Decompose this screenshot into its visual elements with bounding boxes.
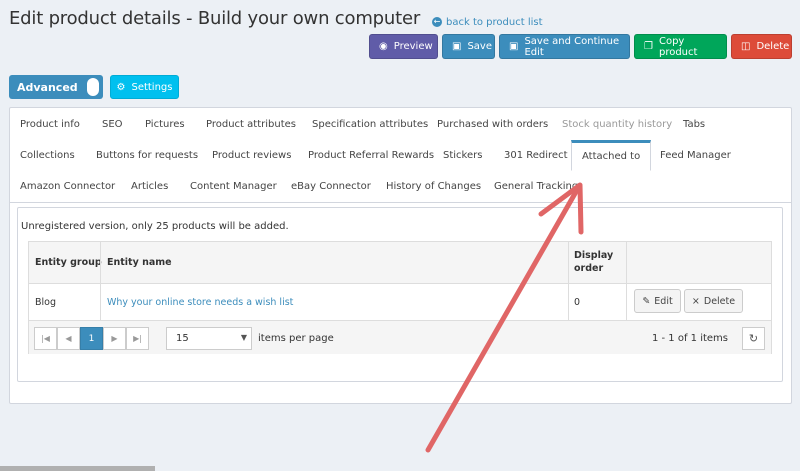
tab-specification-attributes[interactable]: Specification attributes [312, 109, 428, 140]
copy-product-button[interactable]: ❐ Copy product [634, 34, 727, 59]
page-size-value: 15 [176, 333, 189, 344]
last-page-icon[interactable]: ▶| [126, 327, 149, 350]
advanced-label: Advanced [17, 80, 78, 94]
tab-seo[interactable]: SEO [102, 109, 123, 140]
tab-product-referral-rewards[interactable]: Product Referral Rewards [308, 140, 434, 171]
pencil-icon: ✎ [642, 295, 651, 307]
items-per-page-label: items per page [258, 333, 334, 344]
settings-button[interactable]: ⚙ Settings [110, 75, 179, 99]
trash-icon: ◫ [741, 41, 751, 52]
cell-entity-name-link[interactable]: Why your online store needs a wish list [107, 297, 293, 308]
caret-down-icon: ▼ [240, 333, 247, 342]
save-continue-label: Save and Continue Edit [524, 35, 620, 58]
tab-buttons-for-requests[interactable]: Buttons for requests [96, 140, 198, 171]
next-page-icon[interactable]: ▶ [103, 327, 126, 350]
tab-content-manager[interactable]: Content Manager [190, 171, 277, 202]
back-link-label: back to product list [446, 16, 543, 28]
gear-icon: ⚙ [116, 81, 126, 93]
col-entity-group[interactable]: Entity group [35, 257, 102, 268]
tab-attached-to[interactable]: Attached to [571, 140, 652, 171]
copy-icon: ❐ [644, 41, 653, 52]
attached-entities-grid: Entity group Entity name Display order B… [28, 241, 772, 354]
preview-label: Preview [393, 41, 433, 52]
settings-label: Settings [131, 81, 173, 93]
tab-301-redirect[interactable]: 301 Redirect [504, 140, 568, 171]
tab-product-info[interactable]: Product info [20, 109, 80, 140]
save-continue-button[interactable]: ▣ Save and Continue Edit [499, 34, 630, 59]
action-buttons: ◉ Preview ▣ Save ▣ Save and Continue Edi… [369, 34, 792, 59]
tab-tabs[interactable]: Tabs [683, 109, 705, 140]
cell-display-order: 0 [574, 297, 581, 308]
tab-purchased-with-orders[interactable]: Purchased with orders [437, 109, 548, 140]
save-button[interactable]: ▣ Save [442, 34, 495, 59]
tab-amazon-connector[interactable]: Amazon Connector [20, 171, 115, 202]
arrow-circle-left-icon: ← [432, 17, 443, 27]
refresh-icon[interactable]: ↻ [742, 327, 765, 350]
col-display-order-line2: order [574, 263, 604, 274]
col-sep [100, 242, 101, 320]
tab-product-reviews[interactable]: Product reviews [212, 140, 291, 171]
toggle-knob [87, 78, 99, 96]
tab-stickers[interactable]: Stickers [443, 140, 482, 171]
tab-ebay-connector[interactable]: eBay Connector [291, 171, 371, 202]
unregistered-notice: Unregistered version, only 25 products w… [21, 221, 289, 232]
pager-range-info: 1 - 1 of 1 items [651, 333, 728, 344]
advanced-mode-toggle[interactable]: Advanced [9, 75, 103, 99]
tab-collections[interactable]: Collections [20, 140, 75, 171]
preview-button[interactable]: ◉ Preview [369, 34, 438, 59]
eye-icon: ◉ [379, 41, 388, 52]
page-title: Edit product details - Build your own co… [9, 8, 421, 29]
edit-label: Edit [654, 295, 673, 307]
delete-row-button[interactable]: × Delete [684, 289, 743, 313]
floppy-disk-icon: ▣ [509, 41, 519, 52]
copy-product-label: Copy product [658, 35, 698, 58]
delete-label: Delete [756, 41, 790, 52]
horizontal-scrollbar[interactable] [0, 466, 155, 471]
edit-row-button[interactable]: ✎ Edit [634, 289, 681, 313]
col-sep [568, 242, 569, 320]
page-size-select[interactable]: 15 ▼ [166, 327, 252, 350]
tab-stock-quantity-history[interactable]: Stock quantity history [562, 109, 672, 140]
page-number-current[interactable]: 1 [80, 327, 103, 350]
grid-pager: |◀ ◀ 1 ▶ ▶| 15 ▼ items per page 1 - 1 of… [29, 320, 771, 354]
tab-product-attributes[interactable]: Product attributes [206, 109, 296, 140]
delete-button[interactable]: ◫ Delete [731, 34, 792, 59]
col-entity-name[interactable]: Entity name [107, 257, 172, 268]
first-page-icon[interactable]: |◀ [34, 327, 57, 350]
save-label: Save [467, 41, 492, 52]
tab-general-tracking[interactable]: General Tracking [494, 171, 578, 202]
cell-entity-group: Blog [35, 297, 56, 308]
tab-feed-manager[interactable]: Feed Manager [660, 140, 731, 171]
tab-divider [10, 202, 791, 203]
prev-page-icon[interactable]: ◀ [57, 327, 80, 350]
floppy-disk-icon: ▣ [452, 41, 462, 52]
close-icon: × [691, 295, 700, 307]
tab-pictures[interactable]: Pictures [145, 109, 185, 140]
col-sep [626, 242, 627, 320]
back-to-product-list-link[interactable]: ← back to product list [432, 17, 543, 28]
header: Edit product details - Build your own co… [9, 8, 543, 29]
grid-header: Entity group Entity name Display order [29, 242, 771, 284]
delete-row-label: Delete [703, 295, 736, 307]
col-display-order-line1[interactable]: Display [574, 250, 613, 261]
tab-articles[interactable]: Articles [131, 171, 168, 202]
tab-history-of-changes[interactable]: History of Changes [386, 171, 481, 202]
